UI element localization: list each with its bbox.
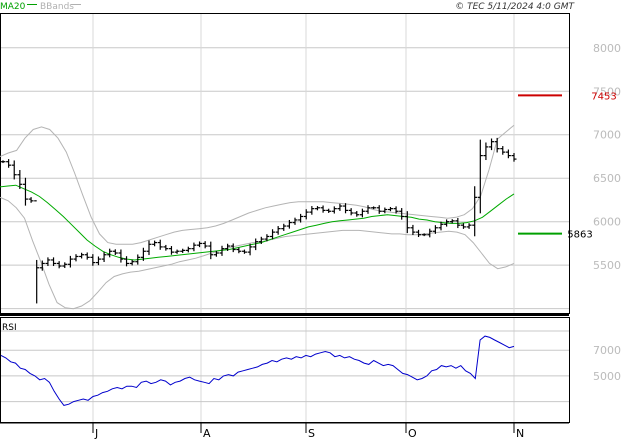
rsi-line (0, 335, 515, 406)
chart-canvas: 550060006500700075008000 50007000 JASON … (0, 2, 621, 440)
panel-borders (0, 13, 570, 424)
ohlc-bar (326, 208, 332, 213)
ohlc-bar (320, 205, 326, 213)
rsi-tick-label: 7000 (593, 344, 621, 357)
ohlc-bar (511, 153, 517, 162)
ohlc-bar (500, 146, 506, 155)
ohlc-bar (191, 242, 197, 252)
ohlc-bar (365, 205, 371, 214)
ohlc-bar (79, 252, 85, 259)
ohlc-bar (84, 252, 90, 260)
ohlc-bar (472, 186, 478, 237)
ohlc-bar (157, 239, 163, 250)
month-tick-label: O (408, 427, 417, 440)
rsi-panel-border (0, 317, 570, 423)
ohlc-bar (505, 149, 511, 159)
ohlc-bar (6, 159, 12, 168)
ohlc-bar (281, 223, 287, 231)
copyright-text: © TEC 5/11/2024 4:0 GMT (455, 2, 575, 12)
ohlc-bar (118, 249, 124, 263)
price-tick-label: 5500 (593, 259, 621, 272)
month-tick-labels: JASON (92, 423, 524, 440)
rsi-tick-labels: 5000 7000 (593, 344, 621, 383)
moving-average (0, 184, 515, 261)
rsi-gridlines (1, 330, 569, 403)
bb-upper-band (0, 124, 515, 245)
ohlc-bar (331, 206, 337, 214)
month-tick-label: J (94, 427, 98, 440)
rsi-series-line (0, 335, 515, 406)
ohlc-bar (376, 205, 382, 214)
price-tick-label: 6000 (593, 216, 621, 229)
ohlc-bar (348, 208, 354, 216)
ohlc-bar (489, 138, 495, 151)
ohlc-bar (410, 224, 416, 236)
ohlc-bar (337, 203, 343, 211)
ohlc-bar (185, 246, 191, 253)
ma20-line (0, 184, 515, 261)
ohlc-bar (202, 241, 208, 249)
month-tick-label: S (308, 427, 315, 440)
price-tick-labels: 550060006500700075008000 (593, 42, 621, 272)
ohlc-bar (208, 241, 214, 260)
ohlc-bar (460, 223, 466, 229)
ohlc-bar (359, 208, 365, 218)
ohlc-bar (236, 247, 242, 254)
rsi-title: RSI (2, 323, 17, 333)
ohlc-bar (28, 197, 34, 203)
ohlc-bar (95, 256, 101, 266)
ohlc-bar (73, 254, 79, 262)
ohlc-bar (163, 244, 169, 251)
ohlc-bar (354, 211, 360, 217)
rsi-tick-label: 5000 (593, 370, 621, 383)
support-label: 5863 (567, 230, 592, 241)
price-gridlines (1, 13, 569, 422)
ohlc-bar (483, 142, 489, 161)
ohlc-bar (416, 229, 422, 238)
ma20-legend: MA20 (0, 2, 26, 12)
ohlc-bar (174, 249, 180, 254)
bbands-legend-swatch (71, 4, 81, 5)
ohlc-bar (382, 207, 388, 214)
price-tick-label: 8000 (593, 42, 621, 55)
price-panel-border (0, 13, 570, 314)
ohlc-bar (387, 206, 393, 212)
price-tick-label: 6500 (593, 172, 621, 185)
ohlc-bar (168, 246, 174, 255)
ohlc-bar (101, 251, 107, 262)
ohlc-bar (152, 240, 158, 247)
ohlc-bar (146, 240, 152, 256)
stock-chart: 5500 6000 6500 7000 7500 8000 5000 7000 JASON … (0, 0, 627, 440)
price-bars (0, 137, 517, 304)
ohlc-bar (303, 209, 309, 220)
ohlc-bar (129, 259, 135, 266)
ohlc-bar (180, 248, 186, 253)
ohlc-bar (477, 139, 483, 214)
ohlc-bar (0, 160, 6, 164)
ohlc-bar (449, 219, 455, 224)
ohlc-bar (314, 206, 320, 211)
ohlc-bar (22, 177, 28, 206)
ohlc-bar (11, 160, 17, 180)
bb-lower-band (0, 196, 515, 310)
ohlc-bar (309, 206, 315, 215)
ohlc-bar (466, 223, 472, 229)
resistance-label: 7453 (591, 91, 616, 102)
ohlc-bar (67, 255, 73, 268)
ohlc-bar (241, 249, 247, 254)
bollinger-bands (0, 124, 515, 310)
price-tick-label: 7000 (593, 129, 621, 142)
support-resistance-lines (518, 94, 562, 235)
ohlc-bar (112, 249, 118, 255)
ohlc-bar (90, 254, 96, 266)
ohlc-bar (275, 226, 281, 235)
month-tick-label: N (516, 427, 524, 440)
ma20-legend-swatch (27, 4, 37, 5)
month-tick-label: A (203, 427, 211, 440)
bbands-legend: BBands (40, 2, 74, 12)
